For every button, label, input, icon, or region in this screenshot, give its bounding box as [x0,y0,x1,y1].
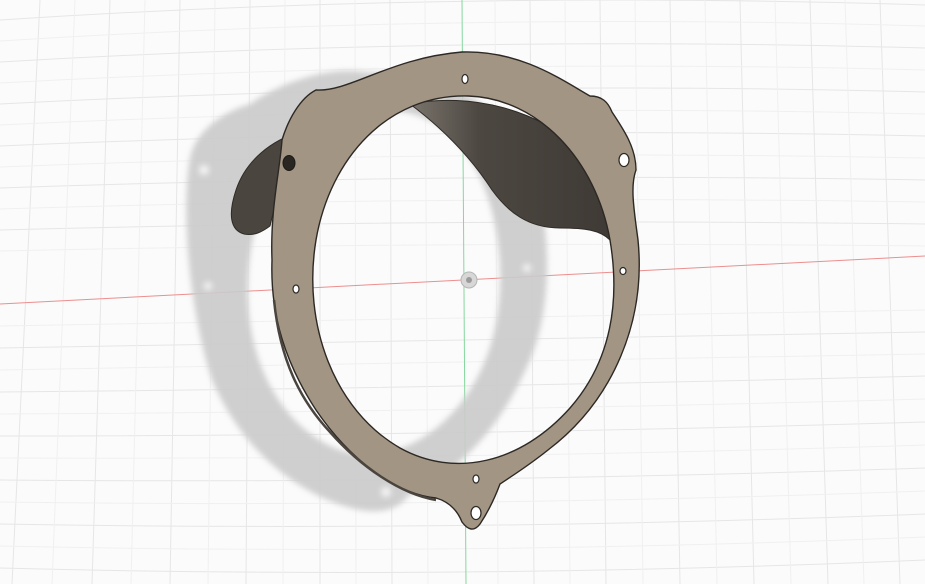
hole-top [461,73,469,85]
hole-upper-right [618,152,630,168]
hole-right [619,266,627,276]
viewport-canvas[interactable] [0,0,925,584]
hole-bottom [472,474,480,484]
hole-left [292,284,300,294]
3d-viewport[interactable] [0,0,925,584]
hole-upper-left [282,155,296,171]
origin-icon[interactable] [460,271,478,289]
hole-tab [470,505,482,521]
